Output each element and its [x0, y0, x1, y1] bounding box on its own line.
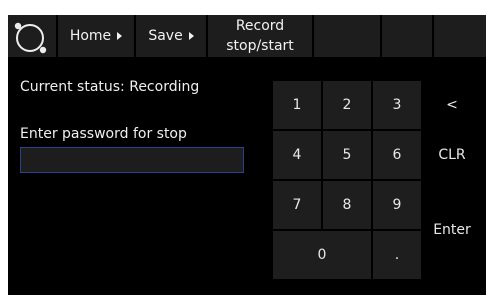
enter-key[interactable]: Enter [423, 181, 481, 279]
home-button[interactable]: Home [58, 15, 134, 57]
device-screen: Home Save Record stop/start Current stat… [8, 15, 486, 295]
key-4[interactable]: 4 [273, 131, 321, 179]
record-stop-start-button[interactable]: Record stop/start [208, 15, 312, 57]
topbar-empty-slot [434, 15, 486, 57]
key-0[interactable]: 0 [273, 231, 371, 279]
key-2[interactable]: 2 [323, 81, 371, 129]
key-8[interactable]: 8 [323, 181, 371, 229]
topbar-empty-slot [382, 15, 432, 57]
key-3[interactable]: 3 [373, 81, 421, 129]
status-text: Current status: Recording [20, 79, 200, 95]
password-prompt: Enter password for stop [20, 126, 187, 142]
save-button[interactable]: Save [136, 15, 206, 57]
backspace-key[interactable]: < [423, 81, 481, 129]
record-label-line1: Record [235, 18, 285, 34]
key-7[interactable]: 7 [273, 181, 321, 229]
key-6[interactable]: 6 [373, 131, 421, 179]
password-input[interactable] [20, 147, 244, 173]
key-5[interactable]: 5 [323, 131, 371, 179]
chevron-right-icon [188, 32, 194, 40]
clear-key[interactable]: CLR [423, 131, 481, 179]
key-1[interactable]: 1 [273, 81, 321, 129]
key-dot[interactable]: . [373, 231, 421, 279]
topbar-empty-slot [314, 15, 380, 57]
key-9[interactable]: 9 [373, 181, 421, 229]
save-label: Save [148, 28, 183, 44]
home-label: Home [69, 28, 112, 44]
chevron-right-icon [117, 32, 123, 40]
record-label-line2: stop/start [226, 38, 294, 54]
circle-logo-icon [14, 22, 47, 54]
logo-button[interactable] [8, 15, 56, 57]
